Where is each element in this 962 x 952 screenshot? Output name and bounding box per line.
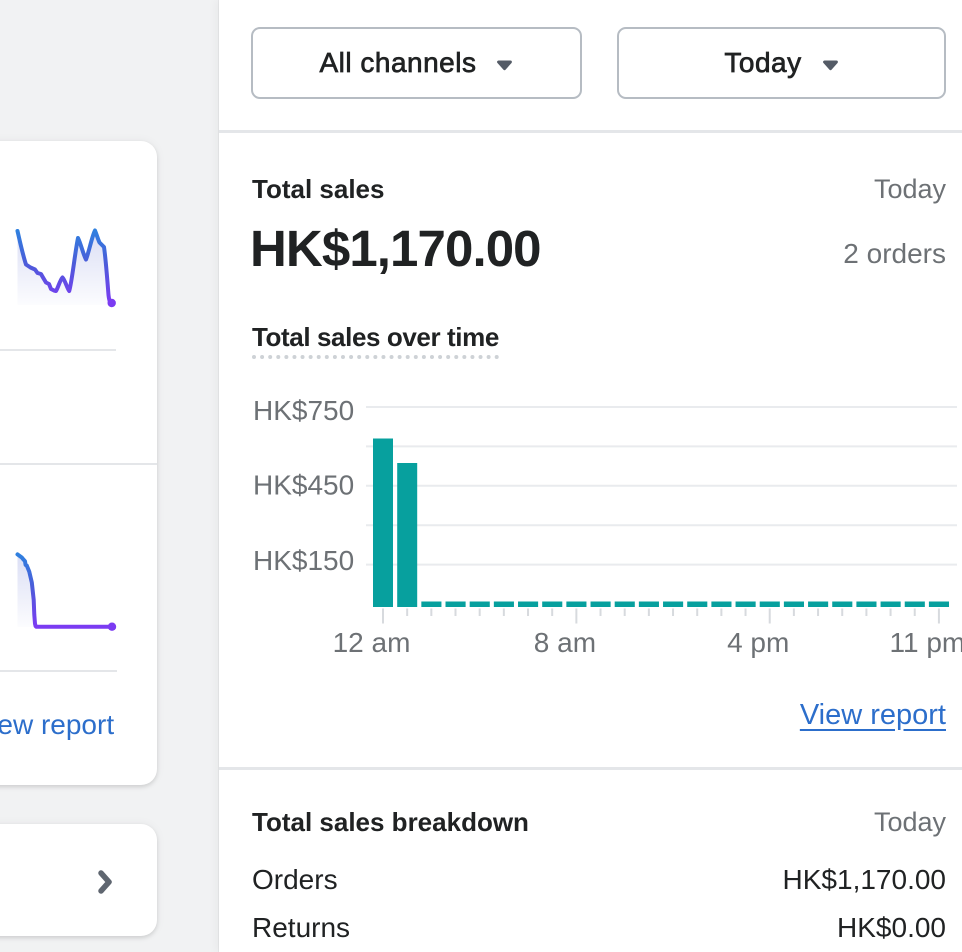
svg-text:11 pm: 11 pm (890, 627, 962, 658)
svg-text:4 pm: 4 pm (727, 627, 789, 658)
svg-text:12 am: 12 am (333, 627, 411, 658)
svg-text:HK$750: HK$750 (253, 395, 354, 426)
svg-text:8 am: 8 am (534, 627, 596, 658)
svg-text:HK$450: HK$450 (253, 470, 354, 501)
svg-text:HK$150: HK$150 (253, 545, 354, 576)
